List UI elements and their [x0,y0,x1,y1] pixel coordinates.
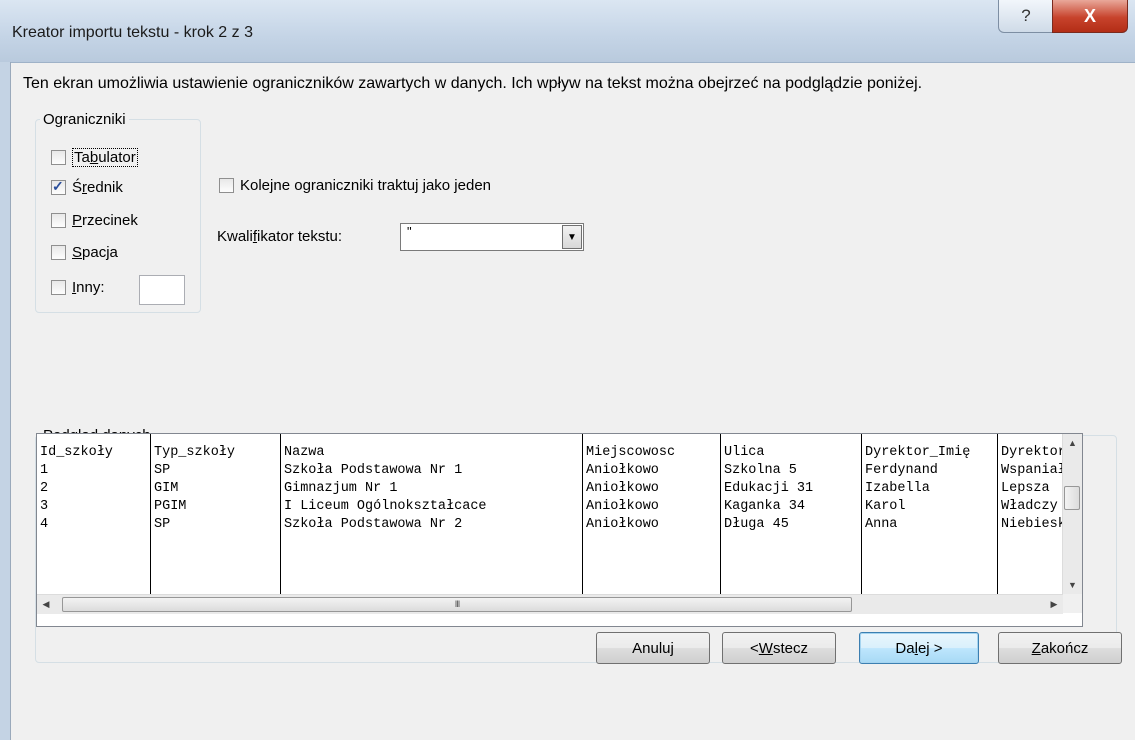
consecutive-delimiters-checkbox[interactable]: Kolejne ograniczniki traktuj jako jeden [219,177,491,194]
next-button[interactable]: Da l ej > [859,632,979,664]
preview-column[interactable]: Miejscowosc Aniołkowo Aniołkowo Aniołkowo An… [583,434,721,594]
consecutive-checkbox-box[interactable] [219,178,234,193]
scrollbar-corner [1063,594,1082,613]
chevron-down-icon[interactable]: ▼ [562,225,582,249]
title-bar[interactable]: Kreator importu tekstu - krok 2 z 3 ? X [0,0,1135,63]
preview-vertical-scrollbar[interactable]: ▲ ▼ [1062,434,1082,594]
text-qualifier-value: " [407,224,412,239]
comma-checkbox-label: Przecinek [72,212,138,229]
close-button[interactable]: X [1052,0,1128,33]
preview-column[interactable]: Id_szkoły 1 2 3 4 [37,434,151,594]
semicolon-checkbox-label: Średnik [72,179,123,196]
other-checkbox-label: Inny: [72,279,105,296]
window-frame-left [0,62,11,740]
comma-checkbox[interactable]: Przecinek [51,212,138,229]
text-qualifier-select[interactable]: " ▼ [400,223,584,251]
preview-column[interactable]: Nazwa Szkoła Podstawowa Nr 1 Gimnazjum Nr … [281,434,583,594]
tab-checkbox-box[interactable] [51,150,66,165]
comma-checkbox-box[interactable] [51,213,66,228]
tab-checkbox-label: Tabulator [72,148,138,167]
data-preview-grid[interactable]: Id_szkoły 1 2 3 4 Typ_szkoły SP GIM PGIM SP Nazw… [36,433,1083,627]
semicolon-checkbox-box[interactable] [51,178,66,195]
consecutive-checkbox-label: Kolejne ograniczniki traktuj jako jeden [240,177,491,194]
space-checkbox-box[interactable] [51,245,66,260]
description-text: Ten ekran umożliwia ustawienie ograniczn… [23,75,923,92]
vertical-scroll-thumb[interactable] [1064,486,1080,510]
space-checkbox-label: Spacja [72,244,118,261]
back-button[interactable]: < Wstecz [722,632,836,664]
other-checkbox-box[interactable] [51,280,66,295]
preview-column[interactable]: Dyrektor_NazwiskoWspaniałyLepszaWładczyN… [998,434,1063,594]
preview-horizontal-scrollbar[interactable]: ◀ III ▶ [37,594,1063,614]
scroll-right-icon[interactable]: ▶ [1045,595,1063,614]
preview-column[interactable]: Ulica Szkolna 5 Edukacji 31 Kaganka 34 Długa… [721,434,862,594]
tab-checkbox[interactable]: Tabulator [51,148,138,167]
help-icon: ? [1021,6,1031,25]
text-qualifier-label: Kwalifikator tekstu: [217,228,343,245]
scroll-left-icon[interactable]: ◀ [37,595,55,614]
finish-button[interactable]: Zakończ [998,632,1122,664]
cancel-button[interactable]: Anuluj [596,632,710,664]
other-delimiter-input[interactable] [139,275,185,305]
preview-columns: Id_szkoły 1 2 3 4 Typ_szkoły SP GIM PGIM SP Nazw… [37,434,1063,594]
scroll-down-icon[interactable]: ▼ [1063,576,1082,594]
delimiters-legend: Ograniczniki [43,111,126,128]
help-button[interactable]: ? [998,0,1054,33]
preview-column[interactable]: Dyrektor_Imię Ferdynand Izabella Karol Anna [862,434,998,594]
scroll-up-icon[interactable]: ▲ [1063,434,1082,452]
window-title: Kreator importu tekstu - krok 2 z 3 [12,24,253,41]
semicolon-checkbox[interactable]: Średnik [51,178,123,196]
horizontal-scroll-thumb[interactable]: III [62,597,852,612]
close-icon: X [1083,5,1096,26]
preview-column[interactable]: Typ_szkoły SP GIM PGIM SP [151,434,281,594]
other-checkbox[interactable]: Inny: [51,279,105,296]
space-checkbox[interactable]: Spacja [51,244,118,261]
